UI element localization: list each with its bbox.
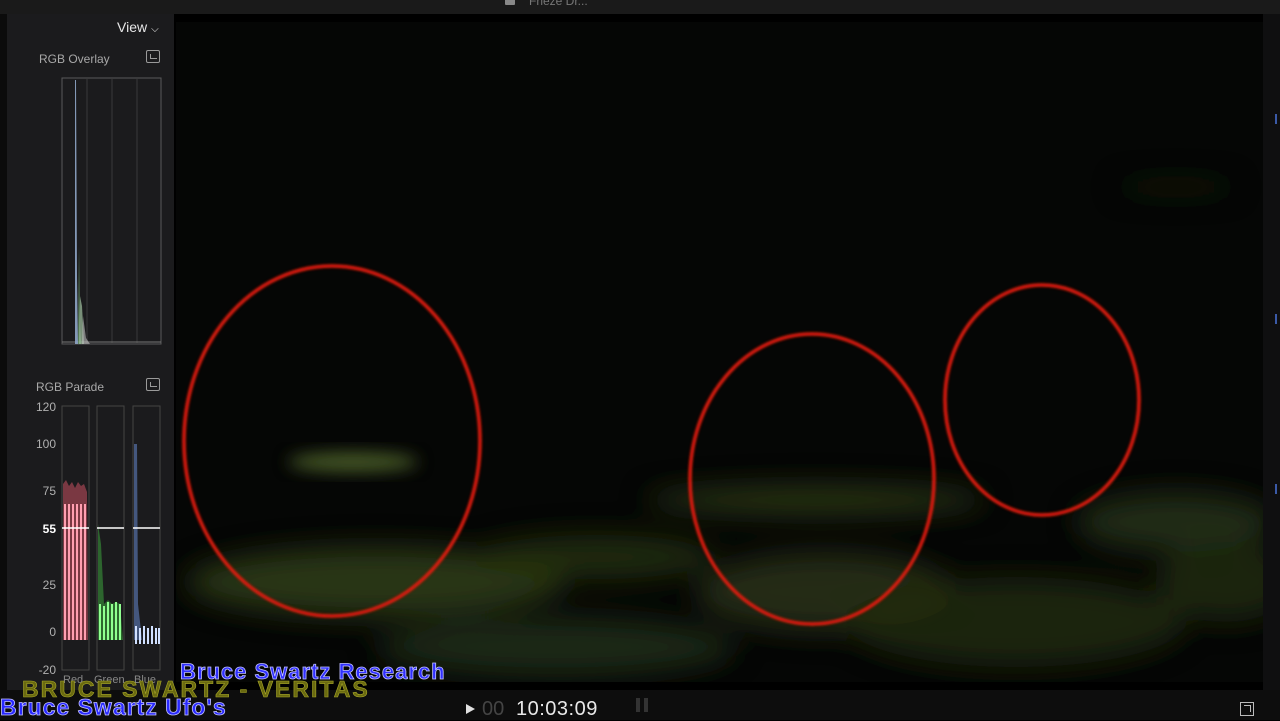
window-title: Frieze Dr...: [505, 0, 588, 8]
edge-marker: [1275, 484, 1277, 494]
ufo-glow: [288, 452, 418, 472]
scale-label-0: 0: [49, 625, 56, 639]
pause-icon[interactable]: [636, 698, 648, 712]
view-menu-label: View: [117, 19, 148, 35]
right-edge-bar: [1263, 14, 1280, 700]
scale-label-25: 25: [42, 578, 56, 592]
scale-label-neg20: -20: [38, 663, 56, 677]
scale-label-100: 100: [35, 437, 56, 451]
panel-edge: [0, 14, 7, 700]
scale-label-55: 55: [42, 522, 56, 536]
view-menu-button[interactable]: View ⌵: [117, 19, 159, 35]
rgb-parade-scope: [61, 405, 161, 671]
expand-icon[interactable]: [1240, 702, 1254, 716]
scale-label-120: 120: [35, 400, 56, 414]
timecode-prefix: 00: [482, 698, 505, 720]
chevron-down-icon: ⌵: [151, 24, 159, 35]
rgb-overlay-scope: [61, 77, 162, 345]
window-titlebar: Frieze Dr...: [0, 0, 1280, 14]
window-icon: [505, 0, 515, 5]
rgb-overlay-title: RGB Overlay: [39, 52, 110, 66]
parade-blue-trace: [134, 444, 142, 640]
timecode-display: 10:03:09: [516, 698, 598, 720]
edge-marker: [1275, 114, 1277, 124]
overlay-blue-trace: [75, 80, 78, 344]
parade-blue-highlights: [135, 626, 160, 644]
window-title-text: Frieze Dr...: [529, 0, 588, 8]
edge-marker: [1275, 314, 1277, 324]
scope-settings-icon[interactable]: [146, 50, 160, 63]
scale-label-75: 75: [42, 484, 56, 498]
video-frame: [176, 22, 1263, 682]
rgb-parade-title: RGB Parade: [36, 380, 105, 394]
overlay-luma-trace: [82, 316, 90, 344]
video-viewer[interactable]: [176, 22, 1263, 682]
scope-settings-icon-2[interactable]: [146, 378, 160, 391]
watermark-ufos: Bruce Swartz Ufo's: [0, 694, 227, 721]
play-icon[interactable]: [466, 704, 475, 714]
